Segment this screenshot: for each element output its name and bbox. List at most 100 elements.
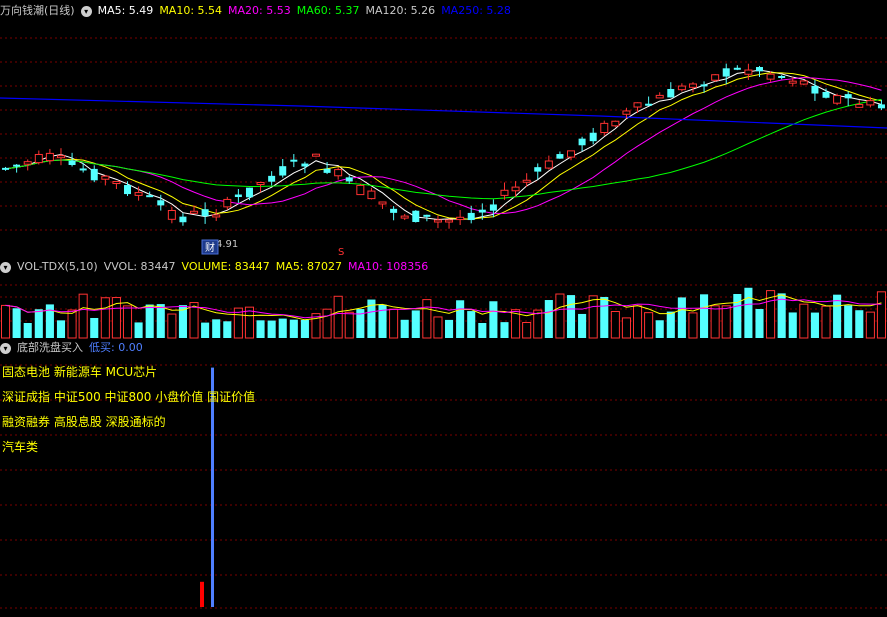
candle-up [311,153,320,157]
candle-down [390,208,398,213]
candle-down [645,103,653,106]
candle-down [589,132,597,142]
candle-up [367,190,376,200]
ma5-label: MA5: 5.49 [97,4,154,17]
tag-line-3: 融资融券 高股息股 深股通标的 [2,415,166,429]
candle-down [755,67,763,72]
low-price-label: 4.91 [216,239,238,250]
indicator-title[interactable]: 底部洗盘买入 [17,340,83,356]
candle-down [179,216,187,223]
candle-up [655,94,664,99]
candle-up [522,179,531,183]
volume-bar-down [145,304,154,338]
candle-up [433,219,442,223]
volume-bar-down [478,322,487,338]
volume-header: ▾ VOL-TDX(5,10) VVOL: 83447 VOLUME: 8344… [0,259,428,275]
candle-up [511,186,520,192]
candle-up [23,161,32,165]
candle-down [877,104,885,109]
tag-line-1: 固态电池 新能源车 MCU芯片 [2,365,158,379]
volume-bar-down [744,287,753,338]
volume-bar-down [201,322,210,338]
candle-down [667,88,675,98]
volume-settings-dot-icon[interactable]: ▾ [0,261,11,273]
finance-marker: 财 [205,241,215,254]
candle-down [844,94,852,99]
volume-bar-down [278,318,287,338]
candle-up [855,104,864,108]
volume-bar-down [810,312,819,338]
candle-up [356,184,365,196]
volume-bar-up [821,305,831,339]
candle-down [245,187,253,198]
volume-bar-down [544,300,553,338]
candle-up [788,80,797,84]
volume-bar-down [489,301,498,338]
candle-down [423,214,431,217]
candle-up [112,181,121,185]
volume-bar-up [1,304,11,339]
candle-up [500,189,509,196]
candle-up [544,160,553,169]
volume-bar-down [223,321,232,338]
candle-down [301,163,309,167]
indicator-settings-dot-icon[interactable]: ▾ [0,342,11,354]
volume-bar-down [566,295,576,338]
volume-bar-up [588,295,598,339]
volume-bar-down [411,310,420,338]
vol-ma5-label: MA5: 87027 [275,260,343,273]
candle-down [146,195,154,198]
volume-bar-down [90,317,99,338]
candle-up [677,85,686,91]
volume-bar-down [456,300,465,338]
ma-line [5,69,882,220]
low-buy-signal-bar[interactable] [200,581,204,607]
volume-bar-down [23,322,32,338]
candle-up [622,110,631,115]
volume-bar-up [621,317,631,339]
price-chart[interactable]: 4.91 财 S [0,18,887,258]
candle-up [799,80,808,85]
settings-dot-icon[interactable]: ▾ [80,5,92,17]
volume-bar-up [433,316,443,339]
volume-bar-down [578,313,587,338]
volume-bar-down [844,305,853,338]
volume-bar-down [655,320,664,338]
stock-title[interactable]: 万向钱潮(日线) [0,3,75,19]
volume-bar-down [500,322,509,338]
volume-bar-down [400,319,409,338]
volume-bar-down [134,322,143,338]
candle-down [68,160,76,166]
indicator-header: ▾ 底部洗盘买入 低买: 0.00 [0,340,143,356]
volume-bar-down [156,304,165,338]
candle-down [268,175,276,182]
concept-tags: 固态电池 新能源车 MCU芯片 深证成指 中证500 中证800 小盘价值 国证… [2,360,255,460]
volume-bar-down [467,311,476,338]
candle-up [833,95,842,104]
candle-up [212,214,221,218]
candle-up [766,73,775,80]
candle-up [400,215,409,219]
tag-line-4: 汽车类 [2,440,39,454]
candle-down [79,168,87,171]
ma60-label: MA60: 5.37 [296,4,360,17]
candle-up [445,219,454,223]
volume-bar-up [78,293,88,339]
volume-bar-down [666,311,675,338]
volume-bar-down [733,293,742,338]
candle-up [688,83,697,88]
volume-title[interactable]: VOL-TDX(5,10) [17,259,98,275]
volume-bar-down [12,308,21,338]
candle-down [722,68,730,77]
volume-bar-up [322,308,332,339]
volume-bar-up [721,305,731,339]
volume-bar-down [755,308,764,338]
candle-up [223,198,232,208]
volume-chart[interactable] [0,275,887,340]
volume-bar-down [34,309,43,338]
s-marker: S [338,247,344,258]
volume-bar-down [300,319,309,338]
candle-down [489,204,497,211]
candle-up [567,150,576,158]
candle-down [412,210,420,223]
